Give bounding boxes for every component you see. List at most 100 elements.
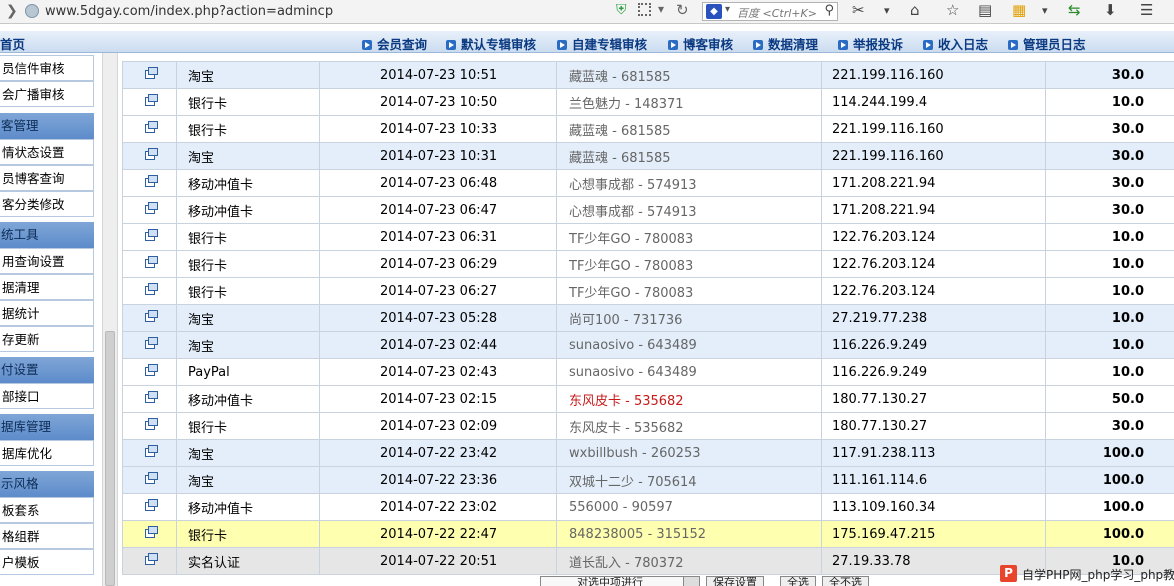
edit-icon[interactable] xyxy=(144,120,158,133)
row-edit-cell[interactable] xyxy=(122,493,177,521)
nav-reports[interactable]: 举报投诉 xyxy=(838,34,903,53)
nav-default-album-review[interactable]: 默认专辑审核 xyxy=(446,34,536,53)
sidebar-item[interactable]: 客分类修改 xyxy=(0,191,94,217)
shield-icon[interactable]: ⛨ xyxy=(616,2,627,18)
edit-icon[interactable] xyxy=(144,471,158,484)
edit-icon[interactable] xyxy=(144,363,158,376)
user-cell[interactable]: 东风皮卡 - 535682 xyxy=(556,385,822,413)
nav-admin-log[interactable]: 管理员日志 xyxy=(1008,34,1086,53)
chevron-down-icon[interactable]: ▾ xyxy=(725,4,730,15)
user-cell[interactable]: 556000 - 90597 xyxy=(556,493,822,521)
nav-home-link[interactable]: 首页 xyxy=(0,34,25,53)
row-edit-cell[interactable] xyxy=(122,142,177,170)
select-all-button[interactable]: 全选 xyxy=(780,576,816,586)
search-input[interactable]: 百度 <Ctrl+K> xyxy=(737,5,817,21)
user-cell[interactable]: 藏蓝魂 - 681585 xyxy=(556,61,822,89)
edit-icon[interactable] xyxy=(144,147,158,160)
sidebar-item[interactable]: 板套系 xyxy=(0,497,94,523)
menu-icon[interactable]: ☰ xyxy=(1140,1,1153,19)
bulk-action-select[interactable]: 对选中项进行 xyxy=(540,576,700,586)
user-cell[interactable]: sunaosivo - 643489 xyxy=(556,331,822,359)
reload-icon[interactable]: ↻ xyxy=(676,1,689,19)
star-icon[interactable]: ☆ xyxy=(946,1,959,19)
search-icon[interactable]: ⚲ xyxy=(824,3,834,18)
save-settings-button[interactable]: 保存设置 xyxy=(706,576,764,586)
row-edit-cell[interactable] xyxy=(122,223,177,251)
sidebar-section-header[interactable]: 付设置 xyxy=(0,357,94,383)
edit-icon[interactable] xyxy=(144,552,158,565)
row-edit-cell[interactable] xyxy=(122,61,177,89)
user-cell[interactable]: TF少年GO - 780083 xyxy=(556,250,822,278)
chevron-down-icon[interactable]: ▾ xyxy=(884,4,890,17)
row-edit-cell[interactable] xyxy=(122,169,177,197)
user-cell[interactable]: 心想事成都 - 574913 xyxy=(556,196,822,224)
edit-icon[interactable] xyxy=(144,228,158,241)
sidebar-item[interactable]: 部接口 xyxy=(0,383,94,409)
user-cell[interactable]: 双城十二少 - 705614 xyxy=(556,466,822,494)
sidebar-item[interactable]: 据清理 xyxy=(0,274,94,300)
edit-icon[interactable] xyxy=(144,201,158,214)
select-none-button[interactable]: 全不选 xyxy=(822,576,869,586)
chevron-down-icon[interactable] xyxy=(683,577,699,586)
search-box[interactable]: ◆ ▾ 百度 <Ctrl+K> ⚲ xyxy=(702,2,838,21)
download-icon[interactable]: ⬇ xyxy=(1104,1,1117,19)
baidu-paw-icon[interactable]: ◆ xyxy=(706,4,722,19)
back-icon[interactable]: ❯ xyxy=(6,3,18,19)
row-edit-cell[interactable] xyxy=(122,115,177,143)
row-edit-cell[interactable] xyxy=(122,439,177,467)
row-edit-cell[interactable] xyxy=(122,358,177,386)
sidebar-scrollbar[interactable] xyxy=(102,53,118,586)
sidebar-item[interactable]: 存更新 xyxy=(0,326,94,352)
nav-income-log[interactable]: 收入日志 xyxy=(923,34,988,53)
user-cell[interactable]: 藏蓝魂 - 681585 xyxy=(556,142,822,170)
edit-icon[interactable] xyxy=(144,444,158,457)
edit-icon[interactable] xyxy=(144,174,158,187)
sync-icon[interactable]: ⇆ xyxy=(1068,1,1081,19)
user-cell[interactable]: TF少年GO - 780083 xyxy=(556,223,822,251)
user-cell[interactable]: wxbillbush - 260253 xyxy=(556,439,822,467)
nav-member-query[interactable]: 会员查询 xyxy=(362,34,427,53)
edit-icon[interactable] xyxy=(144,417,158,430)
row-edit-cell[interactable] xyxy=(122,250,177,278)
edit-icon[interactable] xyxy=(144,93,158,106)
user-cell[interactable]: 道长乱入 - 780372 xyxy=(556,547,822,575)
row-edit-cell[interactable] xyxy=(122,88,177,116)
reader-icon[interactable]: ▤ xyxy=(978,1,992,19)
sidebar-item[interactable]: 会广播审核 xyxy=(0,81,94,107)
edit-icon[interactable] xyxy=(144,282,158,295)
dropdown-icon[interactable]: ▾ xyxy=(658,2,664,16)
sidebar-item[interactable]: 格组群 xyxy=(0,523,94,549)
sidebar-item[interactable]: 员博客查询 xyxy=(0,165,94,191)
row-edit-cell[interactable] xyxy=(122,277,177,305)
row-edit-cell[interactable] xyxy=(122,196,177,224)
edit-icon[interactable] xyxy=(144,66,158,79)
row-edit-cell[interactable] xyxy=(122,385,177,413)
nav-data-cleanup[interactable]: 数据清理 xyxy=(753,34,818,53)
edit-icon[interactable] xyxy=(144,525,158,538)
qr-code-icon[interactable] xyxy=(638,3,651,16)
home-icon[interactable]: ⌂ xyxy=(910,1,920,19)
user-cell[interactable]: 兰色魅力 - 148371 xyxy=(556,88,822,116)
screenshot-icon[interactable]: ✂ xyxy=(852,1,865,19)
edit-icon[interactable] xyxy=(144,390,158,403)
apps-icon[interactable]: ▦ xyxy=(1012,1,1026,19)
sidebar-item[interactable]: 情状态设置 xyxy=(0,139,94,165)
user-cell[interactable]: 848238005 - 315152 xyxy=(556,520,822,548)
sidebar-item[interactable]: 户模板 xyxy=(0,549,94,575)
user-cell[interactable]: TF少年GO - 780083 xyxy=(556,277,822,305)
user-cell[interactable]: 东风皮卡 - 535682 xyxy=(556,412,822,440)
sidebar-item[interactable]: 据统计 xyxy=(0,300,94,326)
user-cell[interactable]: 心想事成都 - 574913 xyxy=(556,169,822,197)
user-cell[interactable]: 藏蓝魂 - 681585 xyxy=(556,115,822,143)
sidebar-section-header[interactable]: 据库管理 xyxy=(0,414,94,440)
edit-icon[interactable] xyxy=(144,255,158,268)
edit-icon[interactable] xyxy=(144,336,158,349)
user-cell[interactable]: 尚可100 - 731736 xyxy=(556,304,822,332)
row-edit-cell[interactable] xyxy=(122,331,177,359)
row-edit-cell[interactable] xyxy=(122,547,177,575)
row-edit-cell[interactable] xyxy=(122,412,177,440)
nav-blog-review[interactable]: 博客审核 xyxy=(668,34,733,53)
edit-icon[interactable] xyxy=(144,498,158,511)
user-cell[interactable]: sunaosivo - 643489 xyxy=(556,358,822,386)
row-edit-cell[interactable] xyxy=(122,304,177,332)
